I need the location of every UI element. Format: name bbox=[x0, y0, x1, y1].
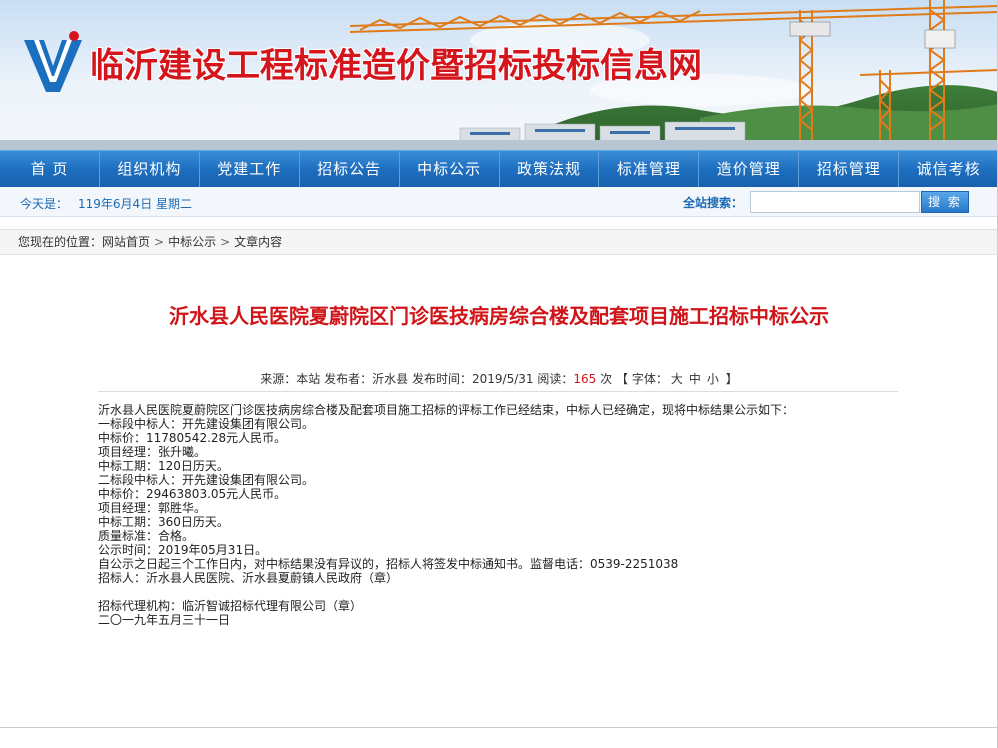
v-logo-icon bbox=[24, 31, 82, 92]
search-label: 全站搜索： bbox=[683, 196, 744, 210]
meta-source-label: 来源： bbox=[260, 372, 297, 386]
footer-divider bbox=[0, 727, 998, 728]
breadcrumb: 您现在的位置：网站首页 > 中标公示 > 文章内容 bbox=[0, 229, 998, 255]
article-body: 沂水县人民医院夏蔚院区门诊医技病房综合楼及配套项目施工招标的评标工作已经结束，中… bbox=[98, 403, 898, 627]
font-size-large[interactable]: 大 bbox=[671, 372, 683, 386]
breadcrumb-separator: > bbox=[154, 235, 165, 249]
meta-reads: 165 bbox=[573, 372, 597, 386]
meta-publisher-label: 发布者： bbox=[324, 372, 373, 386]
nav-item-award-notices[interactable]: 中标公示 bbox=[400, 151, 500, 187]
nav-item-bid-notices[interactable]: 招标公告 bbox=[300, 151, 400, 187]
body-line: 二标段中标人：开先建设集团有限公司。 bbox=[98, 473, 315, 487]
meta-reads-unit: 次 bbox=[600, 372, 613, 386]
today-date: 今天是： 119年6月4日 星期二 bbox=[20, 195, 192, 212]
breadcrumb-item-award-notices[interactable]: 中标公示 bbox=[168, 235, 216, 249]
meta-time: 2019/5/31 bbox=[472, 372, 534, 386]
site-title: 临沂建设工程标准造价暨招标投标信息网 bbox=[90, 46, 702, 86]
body-line: 二〇一九年五月三十一日 bbox=[98, 613, 231, 627]
nav-item-credit[interactable]: 诚信考核 bbox=[899, 151, 998, 187]
nav-item-party-building[interactable]: 党建工作 bbox=[200, 151, 300, 187]
font-size-medium[interactable]: 中 bbox=[689, 372, 701, 386]
body-line: 中标工期：120日历天。 bbox=[98, 459, 229, 473]
nav-item-home[interactable]: 首 页 bbox=[0, 151, 100, 187]
nav-item-standards[interactable]: 标准管理 bbox=[599, 151, 700, 187]
body-line: 质量标准：合格。 bbox=[98, 529, 195, 543]
meta-reads-label: 阅读： bbox=[537, 372, 574, 386]
body-line: 招标人：沂水县人民医院、沂水县夏蔚镇人民政府（章） bbox=[98, 571, 399, 585]
meta-source: 本站 bbox=[296, 372, 321, 386]
info-bar: 今天是： 119年6月4日 星期二 全站搜索： 搜 索 bbox=[0, 187, 998, 217]
nav-item-cost-management[interactable]: 造价管理 bbox=[699, 151, 800, 187]
body-line: 项目经理：张升曦。 bbox=[98, 445, 207, 459]
search-button[interactable]: 搜 索 bbox=[921, 191, 969, 213]
search-input[interactable] bbox=[750, 191, 920, 213]
body-line: 招标代理机构：临沂智诚招标代理有限公司（章） bbox=[98, 599, 363, 613]
body-line: 沂水县人民医院夏蔚院区门诊医技病房综合楼及配套项目施工招标的评标工作已经结束，中… bbox=[98, 403, 795, 417]
nav-item-organization[interactable]: 组织机构 bbox=[100, 151, 200, 187]
article-title: 沂水县人民医院夏蔚院区门诊医技病房综合楼及配套项目施工招标中标公示 bbox=[169, 304, 829, 328]
today-label: 今天是： bbox=[20, 197, 69, 211]
meta-publisher: 沂水县 bbox=[372, 372, 409, 386]
breadcrumb-prefix: 您现在的位置： bbox=[18, 235, 103, 249]
font-size-open: 【 bbox=[615, 372, 628, 386]
breadcrumb-item-article: 文章内容 bbox=[234, 235, 283, 249]
meta-divider bbox=[98, 391, 898, 392]
font-size-label: 字体： bbox=[631, 372, 668, 386]
article-meta: 来源：本站 发布者：沂水县 发布时间：2019/5/31 阅读：165 次 【 … bbox=[0, 370, 998, 387]
body-line: 自公示之日起三个工作日内，对中标结果没有异议的，招标人将签发中标通知书。监督电话… bbox=[98, 557, 679, 571]
nav-item-bid-management[interactable]: 招标管理 bbox=[799, 151, 900, 187]
font-size-small[interactable]: 小 bbox=[707, 372, 719, 386]
body-line: 一标段中标人：开先建设集团有限公司。 bbox=[98, 417, 315, 431]
meta-time-label: 发布时间： bbox=[412, 372, 473, 386]
body-line: 中标价：11780542.28元人民币。 bbox=[98, 431, 287, 445]
today-value: 119年6月4日 星期二 bbox=[78, 197, 193, 211]
body-line: 项目经理：郭胜华。 bbox=[98, 501, 207, 515]
header-banner: 临沂建设工程标准造价暨招标投标信息网 bbox=[0, 0, 998, 150]
breadcrumb-item-home[interactable]: 网站首页 bbox=[102, 235, 150, 249]
body-line: 中标价：29463803.05元人民币。 bbox=[98, 487, 287, 501]
breadcrumb-separator: > bbox=[220, 235, 231, 249]
body-line: 中标工期：360日历天。 bbox=[98, 515, 229, 529]
nav-item-policies[interactable]: 政策法规 bbox=[500, 151, 600, 187]
main-nav: 首 页 组织机构 党建工作 招标公告 中标公示 政策法规 标准管理 造价管理 招… bbox=[0, 150, 998, 187]
font-size-close: 】 bbox=[725, 372, 738, 386]
body-line bbox=[98, 585, 898, 599]
body-line: 公示时间：2019年05月31日。 bbox=[98, 543, 268, 557]
